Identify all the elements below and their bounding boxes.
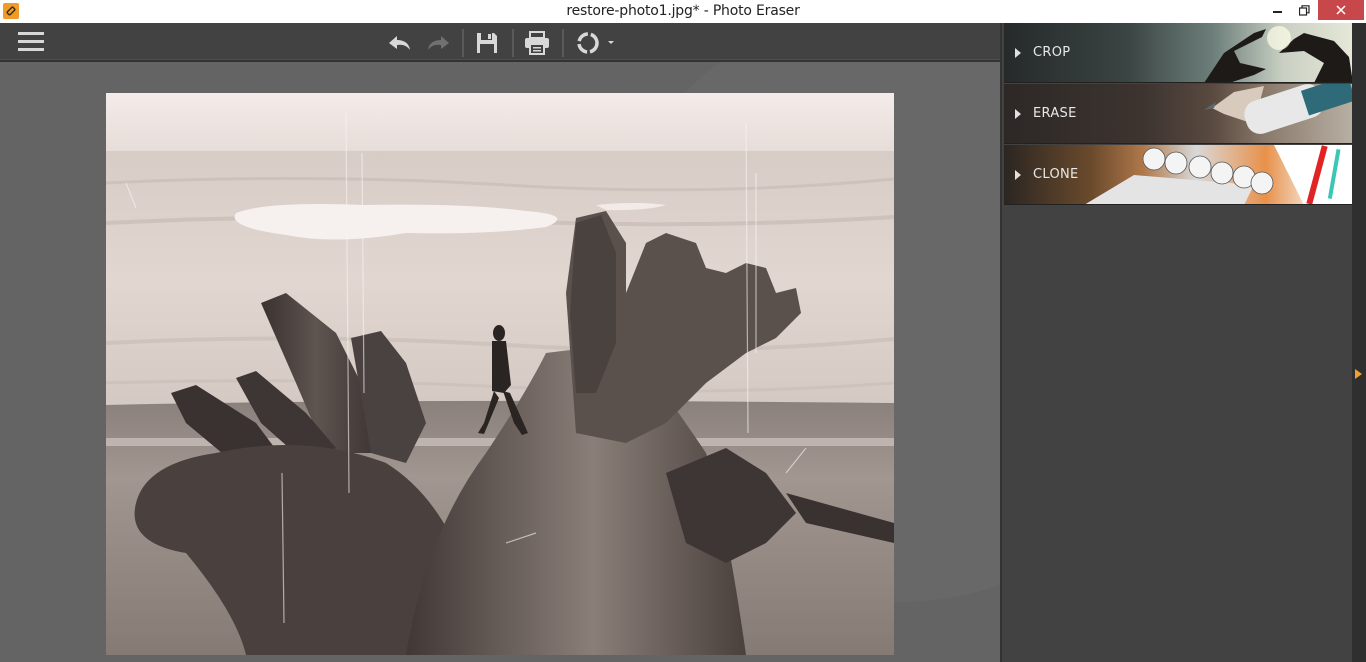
tool-crop-label: CROP	[1033, 45, 1071, 60]
triangle-right-icon	[1015, 170, 1021, 180]
triangle-right-icon	[1015, 48, 1021, 58]
tool-clone[interactable]: CLONE	[1004, 145, 1353, 205]
restore-icon	[1298, 4, 1310, 16]
redo-button[interactable]	[422, 29, 454, 57]
toolbar-divider	[462, 29, 464, 57]
save-button[interactable]	[471, 29, 503, 57]
side-panel-strip	[1352, 23, 1366, 662]
toolbar-divider	[562, 29, 564, 57]
hamburger-menu-button[interactable]	[18, 32, 46, 54]
undo-button[interactable]	[384, 29, 416, 57]
tool-clone-label: CLONE	[1033, 167, 1079, 182]
expand-panel-icon[interactable]	[1355, 369, 1362, 379]
tool-erase-label: ERASE	[1033, 106, 1077, 121]
rotate-button[interactable]	[574, 29, 616, 57]
minimize-button[interactable]	[1264, 0, 1292, 20]
triangle-right-icon	[1015, 109, 1021, 119]
canvas-area[interactable]	[0, 62, 1000, 662]
undo-icon	[389, 36, 410, 50]
tools-panel: CROP ERASE CLONE	[1000, 23, 1353, 662]
save-icon	[477, 33, 497, 53]
close-icon	[1336, 5, 1346, 15]
photo-canvas[interactable]	[106, 93, 894, 655]
hamburger-menu-icon	[18, 32, 44, 35]
rotate-icon	[577, 32, 614, 54]
tool-erase[interactable]: ERASE	[1004, 84, 1353, 144]
tool-crop[interactable]: CROP	[1004, 23, 1353, 83]
redo-icon	[428, 36, 449, 50]
chevron-down-icon	[608, 41, 614, 44]
minimize-icon	[1273, 11, 1282, 13]
title-bar: restore-photo1.jpg* - Photo Eraser	[0, 0, 1366, 23]
window-title: restore-photo1.jpg* - Photo Eraser	[566, 3, 800, 19]
print-button[interactable]	[521, 29, 553, 57]
restore-button[interactable]	[1290, 0, 1318, 20]
close-button[interactable]	[1318, 0, 1364, 20]
toolbar	[0, 23, 1000, 62]
print-icon	[525, 31, 549, 55]
toolbar-divider	[512, 29, 514, 57]
photo-image	[106, 93, 894, 655]
